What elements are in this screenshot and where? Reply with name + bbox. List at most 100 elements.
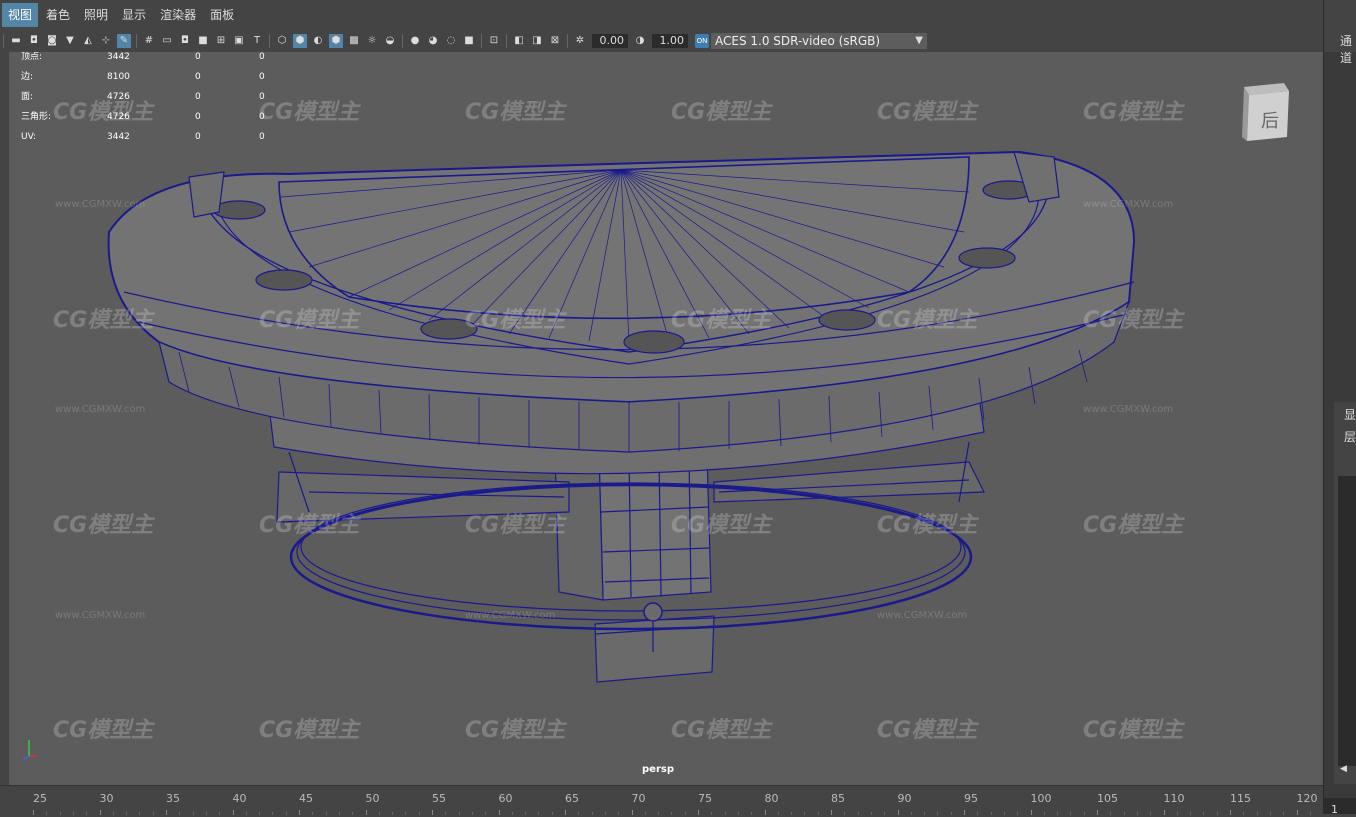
- wireframe-scene: [107, 150, 1136, 683]
- current-frame-field[interactable]: 1: [1323, 798, 1356, 816]
- hud-label: UV:: [21, 132, 37, 142]
- viewport-menu-bar: 视图 着色 照明 显示 渲染器 面板: [0, 0, 1323, 30]
- hud-label: 面:: [21, 92, 34, 102]
- default-material-icon[interactable]: ◐: [311, 34, 325, 48]
- display-layer-tab[interactable]: 显: [1344, 406, 1356, 423]
- toolbar-handle: [3, 34, 4, 48]
- toolbar-separator: [567, 34, 568, 48]
- hud-value: 8100: [107, 72, 130, 82]
- scroll-left-icon[interactable]: ◀: [1340, 764, 1347, 774]
- xray-icon[interactable]: ◧: [512, 34, 526, 48]
- watermark-url: www.CGMXW.com: [877, 610, 968, 621]
- watermark: CG模型主: [259, 718, 360, 743]
- color-management-toggle[interactable]: ON: [695, 34, 709, 48]
- grid-icon[interactable]: #: [142, 34, 156, 48]
- hud-value: 3442: [107, 52, 130, 62]
- watermark-url: www.CGMXW.com: [465, 610, 556, 621]
- select-camera-icon[interactable]: ▬: [9, 34, 23, 48]
- gamma-field[interactable]: 1.00: [652, 34, 688, 48]
- menu-show[interactable]: 显示: [116, 3, 152, 27]
- toolbar-separator: [402, 34, 403, 48]
- axis-gizmo-icon: [22, 740, 37, 761]
- timeline-major-tick: [1097, 810, 1098, 815]
- 3d-viewport[interactable]: CG模型主 CG模型主 CG模型主 CG模型主 CG模型主 CG模型主 CG模型…: [9, 52, 1323, 785]
- watermark: CG模型主: [877, 718, 978, 743]
- timeline-major-tick: [897, 810, 899, 815]
- image-plane-icon[interactable]: ◭: [81, 34, 95, 48]
- xray-active-components-icon[interactable]: ⊠: [548, 34, 562, 48]
- hud-value: 0: [195, 72, 201, 82]
- watermark: CG模型主: [465, 100, 566, 125]
- field-chart-icon[interactable]: ⊞: [214, 34, 228, 48]
- hud-value: 0: [259, 52, 265, 62]
- watermark: CG模型主: [671, 513, 772, 538]
- resolution-gate-icon[interactable]: ◘: [178, 34, 192, 48]
- timeline-frame-label: 80: [764, 792, 779, 805]
- safe-action-icon[interactable]: ▣: [232, 34, 246, 48]
- view-cube[interactable]: 后: [1239, 79, 1289, 141]
- timeline-major-tick: [698, 810, 699, 815]
- timeline-major-tick: [565, 810, 566, 815]
- timeline-frame-label: 65: [565, 792, 579, 805]
- bookmark-camera-icon[interactable]: ◙: [45, 34, 59, 48]
- menu-renderer[interactable]: 渲染器: [154, 3, 202, 27]
- layer-tab[interactable]: 层: [1344, 428, 1356, 445]
- timeline-frame-label: 115: [1230, 792, 1251, 805]
- timeline-major-tick: [831, 810, 832, 815]
- hud-value: 4726: [107, 112, 130, 122]
- motion-blur-icon[interactable]: ◕: [426, 34, 440, 48]
- timeline-major-tick: [1163, 810, 1165, 815]
- depth-of-field-icon[interactable]: ■: [462, 34, 476, 48]
- toolbar-separator: [506, 34, 507, 48]
- shadows-icon[interactable]: ◒: [383, 34, 397, 48]
- wireframe-on-shaded-icon[interactable]: ⬢: [329, 34, 343, 48]
- watermark: CG模型主: [671, 100, 772, 125]
- timeline-major-tick: [631, 810, 633, 815]
- hud-row-triangles: 三角形: 4726 0 0: [21, 112, 265, 132]
- chevron-down-icon: ▼: [915, 35, 923, 46]
- view-transform-select[interactable]: ACES 1.0 SDR-video (sRGB) ▼: [711, 33, 927, 49]
- timeline-frame-label: 35: [166, 792, 180, 805]
- watermark: CG模型主: [877, 100, 978, 125]
- use-all-lights-icon[interactable]: ☼: [365, 34, 379, 48]
- timeline-frame-label: 40: [232, 792, 247, 805]
- isolate-select-icon[interactable]: ⊡: [487, 34, 501, 48]
- watermark-url: www.CGMXW.com: [1083, 199, 1174, 210]
- timeline-major-tick: [299, 810, 300, 815]
- hud-row-faces: 面: 4726 0 0: [21, 92, 265, 112]
- timeline-frame-label: 30: [99, 792, 114, 805]
- watermark: CG模型主: [259, 513, 360, 538]
- screen-space-ao-icon[interactable]: ●: [408, 34, 422, 48]
- menu-view[interactable]: 视图: [2, 3, 39, 27]
- timeline-frame-label: 75: [698, 792, 712, 805]
- watermark-url: www.CGMXW.com: [1083, 404, 1174, 415]
- menu-shading[interactable]: 着色: [40, 3, 76, 27]
- timeline-major-tick: [99, 810, 101, 815]
- hud-row-uvs: UV: 3442 0 0: [21, 132, 265, 152]
- timeline-major-tick: [498, 810, 500, 815]
- channel-box-tab[interactable]: 通道: [1340, 32, 1356, 66]
- hud-value: 4726: [107, 92, 130, 102]
- multisample-aa-icon[interactable]: ◌: [444, 34, 458, 48]
- exposure-field[interactable]: 0.00: [592, 34, 628, 48]
- gamma-icon[interactable]: ◑: [633, 34, 647, 48]
- smooth-shade-icon[interactable]: ⬢: [293, 34, 307, 48]
- textured-icon[interactable]: ▩: [347, 34, 361, 48]
- watermark: CG模型主: [671, 718, 772, 743]
- grease-pencil-icon[interactable]: ✎: [117, 34, 131, 48]
- 2d-pan-zoom-icon[interactable]: ⊹: [99, 34, 113, 48]
- timeline-major-tick: [1030, 810, 1032, 815]
- film-gate-icon[interactable]: ▭: [160, 34, 174, 48]
- exposure-icon[interactable]: ✲: [573, 34, 587, 48]
- menu-panels[interactable]: 面板: [204, 3, 240, 27]
- safe-title-icon[interactable]: T: [250, 34, 264, 48]
- xray-joints-icon[interactable]: ◨: [530, 34, 544, 48]
- time-slider[interactable]: 25 30 35 40 45 50 55 60 65 70 75 80 85 90 95 100 105 110 1…: [0, 785, 1323, 815]
- gate-mask-icon[interactable]: ■: [196, 34, 210, 48]
- wireframe-icon[interactable]: ⬡: [275, 34, 289, 48]
- menu-lighting[interactable]: 照明: [78, 3, 114, 27]
- camera-attributes-icon[interactable]: ◘: [27, 34, 41, 48]
- layer-list[interactable]: [1338, 476, 1356, 766]
- timeline-frame-label: 55: [432, 792, 446, 805]
- bookmark-icon[interactable]: ▼: [63, 34, 77, 48]
